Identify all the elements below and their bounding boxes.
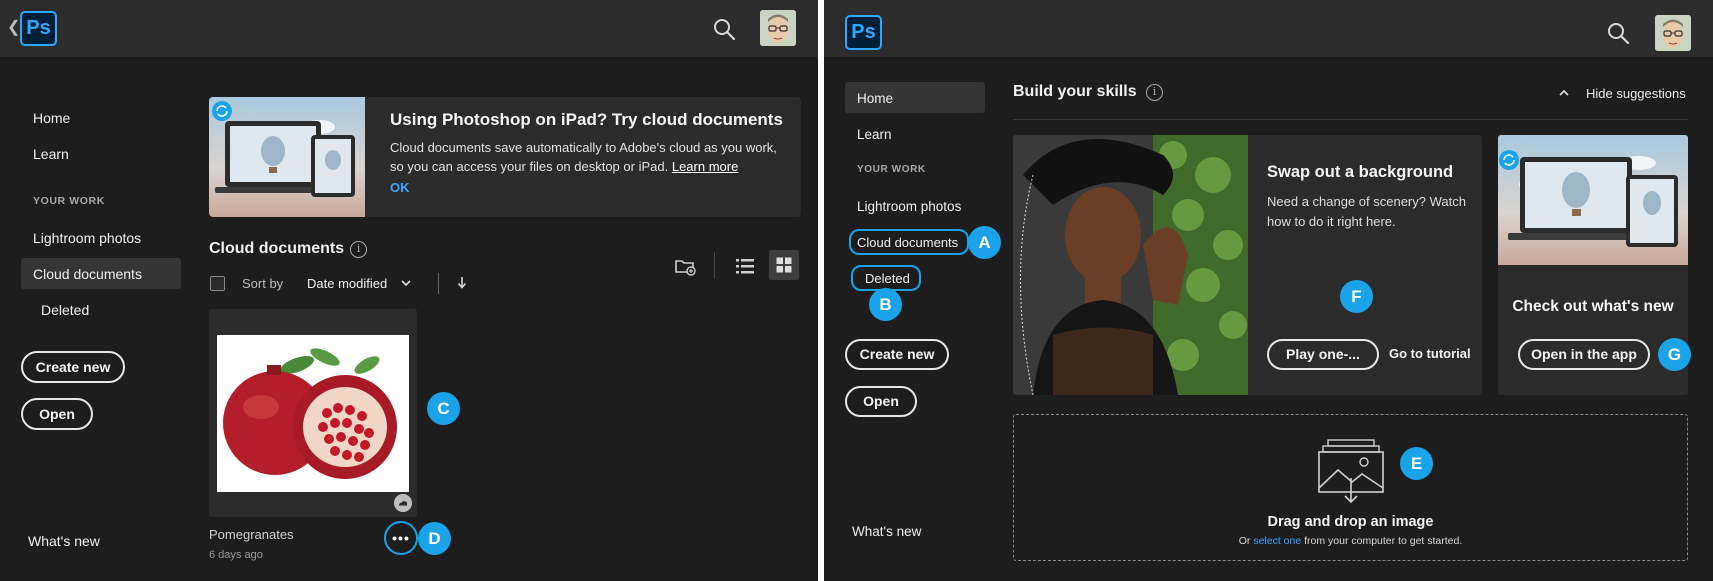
learn-more-link[interactable]: Learn more: [672, 159, 738, 174]
nav-deleted[interactable]: Deleted: [41, 302, 89, 318]
image-upload-icon: [1318, 439, 1384, 504]
callout-badge-c: C: [427, 392, 460, 425]
back-chevron-icon[interactable]: ❮: [7, 18, 20, 38]
whats-new-title: Check out what's new: [1512, 298, 1674, 315]
build-your-skills-heading: Build your skills: [1013, 83, 1137, 100]
right-screen: Ps Home Learn YOUR WORK Lightroom photos…: [824, 0, 1713, 581]
open-button[interactable]: Open: [845, 386, 917, 417]
callout-badge-d: D: [418, 522, 451, 555]
create-new-button[interactable]: Create new: [845, 339, 949, 370]
hide-suggestions-button[interactable]: Hide suggestions: [1586, 86, 1686, 101]
callout-badge-b: B: [869, 288, 902, 321]
nav-whats-new[interactable]: What's new: [28, 533, 100, 549]
document-thumbnail[interactable]: [217, 335, 409, 492]
search-icon[interactable]: [1606, 21, 1630, 45]
tutorial-description: Need a change of scenery? Watch how to d…: [1267, 194, 1466, 229]
info-icon[interactable]: i: [350, 241, 367, 258]
file-name[interactable]: Pomegranates: [209, 527, 294, 542]
more-options-button[interactable]: •••: [384, 521, 418, 555]
search-icon[interactable]: [712, 17, 736, 41]
nav-lightroom-photos[interactable]: Lightroom photos: [857, 199, 961, 214]
avatar[interactable]: [1655, 15, 1691, 51]
nav-learn[interactable]: Learn: [857, 127, 892, 142]
your-work-label: YOUR WORK: [857, 164, 926, 175]
play-tutorial-button[interactable]: Play one-...: [1267, 339, 1379, 370]
file-date: 6 days ago: [209, 549, 263, 561]
cloud-devices-illustration: [209, 97, 365, 217]
callout-badge-e: E: [1400, 447, 1433, 480]
sort-divider: [438, 273, 439, 294]
cloud-icon: [394, 494, 412, 512]
toolbar-divider: [714, 252, 715, 279]
callout-badge-f: F: [1340, 280, 1373, 313]
drop-zone-subtitle: Or select one from your computer to get …: [1014, 535, 1687, 547]
cloud-documents-heading: Cloud documents: [209, 240, 345, 257]
banner-ok-button[interactable]: OK: [390, 180, 410, 195]
callout-badge-g: G: [1658, 338, 1691, 371]
banner-body: Cloud documents save automatically to Ad…: [390, 138, 790, 176]
new-folder-icon[interactable]: [670, 251, 700, 281]
sort-dropdown[interactable]: Date modified: [307, 276, 387, 291]
cloud-devices-illustration: [1498, 135, 1688, 265]
sort-by-label: Sort by: [242, 276, 284, 291]
document-card[interactable]: [209, 309, 417, 517]
left-screen: ❮ Ps Home Learn YOUR WORK Lightroom phot…: [0, 0, 818, 581]
photoshop-logo[interactable]: Ps: [845, 15, 882, 50]
nav-cloud-documents[interactable]: Cloud documents: [33, 266, 142, 282]
nav-deleted[interactable]: Deleted: [865, 271, 910, 286]
your-work-label: YOUR WORK: [33, 195, 105, 207]
callout-badge-a: A: [968, 226, 1001, 259]
drop-zone-prefix: Or: [1238, 535, 1251, 547]
sort-direction-icon[interactable]: [456, 275, 468, 291]
tutorial-photo: [1013, 135, 1248, 395]
avatar[interactable]: [760, 10, 796, 46]
go-to-tutorial-link[interactable]: Go to tutorial: [1389, 346, 1471, 361]
open-button[interactable]: Open: [21, 398, 93, 430]
chevron-up-icon[interactable]: [1558, 88, 1570, 98]
section-divider: [1013, 119, 1688, 120]
nav-home[interactable]: Home: [857, 91, 893, 106]
grid-view-icon[interactable]: [769, 250, 799, 280]
top-bar: Ps: [824, 0, 1713, 57]
select-one-link[interactable]: select one: [1253, 535, 1301, 547]
open-in-app-button[interactable]: Open in the app: [1518, 339, 1650, 370]
cloud-docs-banner: Using Photoshop on iPad? Try cloud docum…: [209, 97, 801, 217]
tutorial-title: Swap out a background: [1267, 163, 1454, 181]
nav-learn[interactable]: Learn: [33, 146, 69, 162]
nav-whats-new[interactable]: What's new: [852, 524, 921, 539]
drop-zone-suffix: from your computer to get started.: [1304, 535, 1463, 547]
create-new-button[interactable]: Create new: [21, 351, 125, 383]
tutorial-card[interactable]: Swap out a background Need a change of s…: [1013, 135, 1482, 395]
chevron-down-icon[interactable]: [400, 278, 412, 288]
drop-zone[interactable]: E Drag and drop an image Or select one f…: [1013, 414, 1688, 561]
drop-zone-title: Drag and drop an image: [1267, 514, 1434, 530]
nav-cloud-documents[interactable]: Cloud documents: [857, 235, 958, 250]
select-all-checkbox[interactable]: [210, 276, 225, 291]
photoshop-logo[interactable]: Ps: [20, 11, 57, 46]
list-view-icon[interactable]: [730, 251, 760, 281]
banner-title: Using Photoshop on iPad? Try cloud docum…: [390, 110, 783, 129]
info-icon[interactable]: i: [1146, 84, 1163, 101]
top-bar: ❮ Ps: [0, 0, 818, 57]
nav-home[interactable]: Home: [33, 110, 70, 126]
nav-lightroom-photos[interactable]: Lightroom photos: [33, 230, 141, 246]
